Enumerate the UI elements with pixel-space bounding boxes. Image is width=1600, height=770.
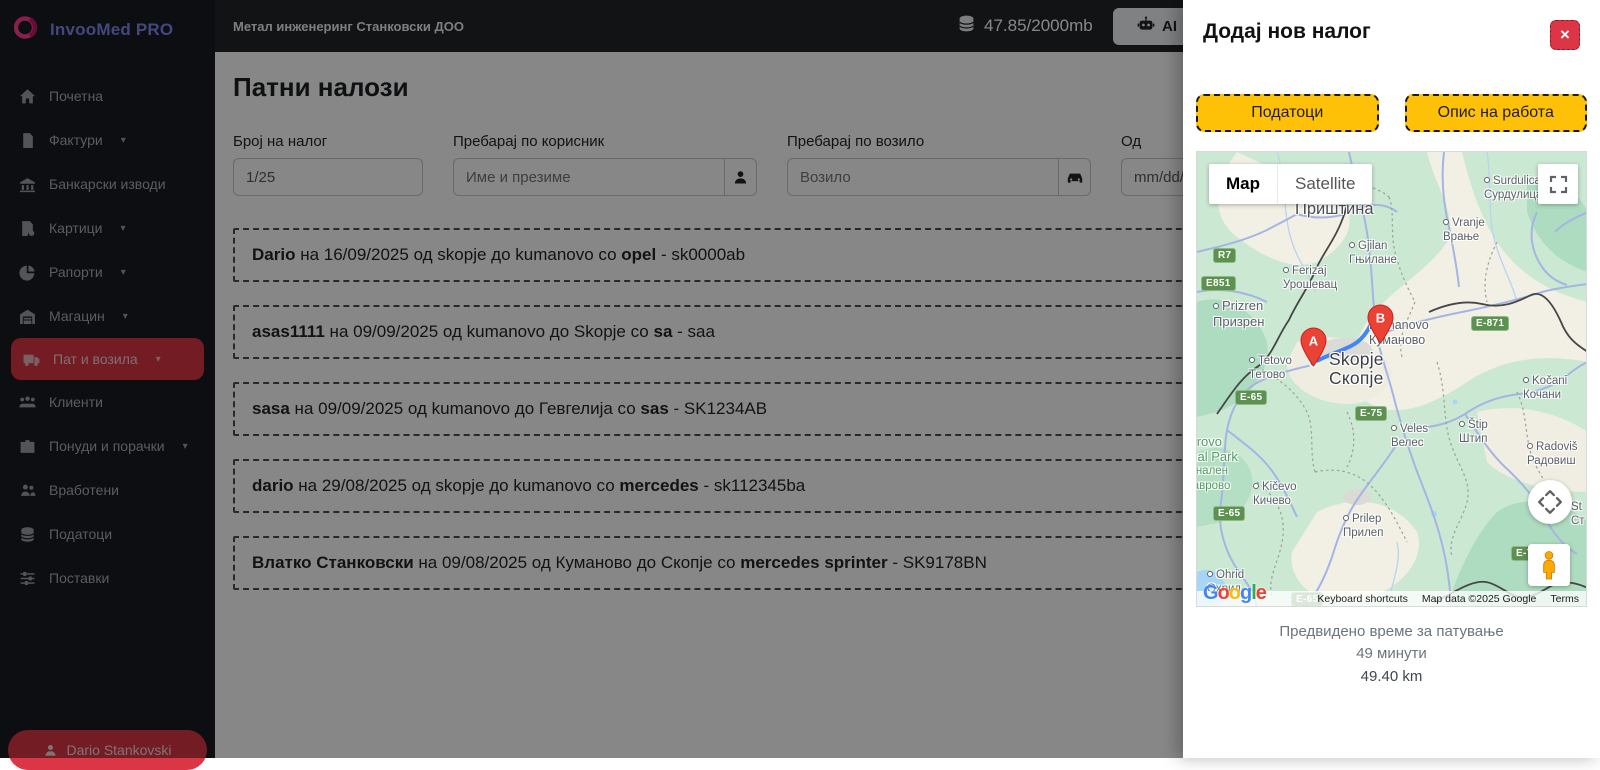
map-type-control: Map Satellite	[1209, 164, 1372, 204]
map-data-text: Map data ©2025 Google	[1415, 593, 1544, 605]
map-label-prizren: PrizrenПризрен	[1213, 298, 1264, 329]
road-badge: E-65	[1235, 390, 1267, 405]
panel-header: Додај нов налог ×	[1183, 0, 1600, 50]
map-label-kocani: KočaniКочани	[1523, 374, 1567, 402]
road-badge: E-871	[1471, 316, 1509, 331]
map-label-skopje: SkopjeСкопје	[1329, 350, 1384, 388]
fullscreen-icon	[1549, 175, 1568, 194]
svg-text:A: A	[1309, 334, 1319, 349]
map-label-surdulica: SurdulicaСурдулица	[1484, 174, 1542, 202]
route-map[interactable]: Приштина SurdulicaСурдулица VranjeВрање …	[1196, 151, 1587, 607]
trip-duration: 49 минути	[1196, 645, 1587, 662]
marker-b-icon: B	[1367, 304, 1394, 344]
modal-backdrop[interactable]	[0, 0, 1183, 758]
tab-data[interactable]: Податоци	[1196, 94, 1379, 132]
map-label-vranje: VranjeВрање	[1443, 216, 1485, 244]
tab-work-description[interactable]: Опис на работа	[1405, 94, 1588, 132]
close-button[interactable]: ×	[1550, 20, 1580, 50]
road-badge: R7	[1213, 248, 1236, 263]
map-label-veles: VelesВелес	[1391, 422, 1428, 450]
terms-link[interactable]: Terms	[1543, 593, 1586, 605]
road-badge: E-65	[1213, 506, 1245, 521]
trip-distance: 49.40 km	[1196, 668, 1587, 685]
add-order-panel: Додај нов налог × Податоци Опис на работ…	[1183, 0, 1600, 758]
pegman-icon	[1536, 550, 1562, 580]
svg-text:B: B	[1376, 311, 1385, 326]
satellite-view-button[interactable]: Satellite	[1277, 164, 1372, 204]
map-label-gjilan: GjilanГњилане	[1349, 239, 1397, 267]
road-badge: E-75	[1355, 406, 1387, 421]
trip-summary: Предвидено време за патување 49 минути 4…	[1196, 623, 1587, 685]
map-label-kicevo: KičevoКичево	[1253, 480, 1297, 508]
panel-title: Додај нов налог	[1203, 20, 1371, 44]
map-label-tetovo: TetovoТетово	[1249, 354, 1292, 382]
google-logo: Google	[1203, 582, 1266, 605]
map-label-mavrovo-park: avrovo onal Park ионален Маврово	[1196, 434, 1238, 494]
map-label-st-fragment: StСт	[1571, 500, 1585, 528]
map-label-prilep: PrilepПрилеп	[1343, 512, 1383, 540]
marker-a-icon: A	[1300, 327, 1327, 367]
panel-tabs: Податоци Опис на работа	[1183, 94, 1600, 132]
map-view-button[interactable]: Map	[1209, 164, 1277, 204]
fullscreen-button[interactable]	[1538, 164, 1578, 204]
road-badge: E851	[1201, 276, 1236, 291]
keyboard-shortcuts-link[interactable]: Keyboard shortcuts	[1310, 593, 1414, 605]
map-label-radovis: RadovišРадовиш	[1527, 440, 1578, 468]
pan-arrows-icon	[1533, 485, 1567, 519]
pan-control[interactable]	[1528, 480, 1572, 524]
map-label-ferizaj: FerizajУрошевац	[1283, 264, 1337, 292]
street-view-pegman[interactable]	[1528, 544, 1570, 586]
map-label-stip: ŠtipШтип	[1459, 418, 1488, 446]
trip-summary-label: Предвидено време за патување	[1196, 623, 1587, 640]
